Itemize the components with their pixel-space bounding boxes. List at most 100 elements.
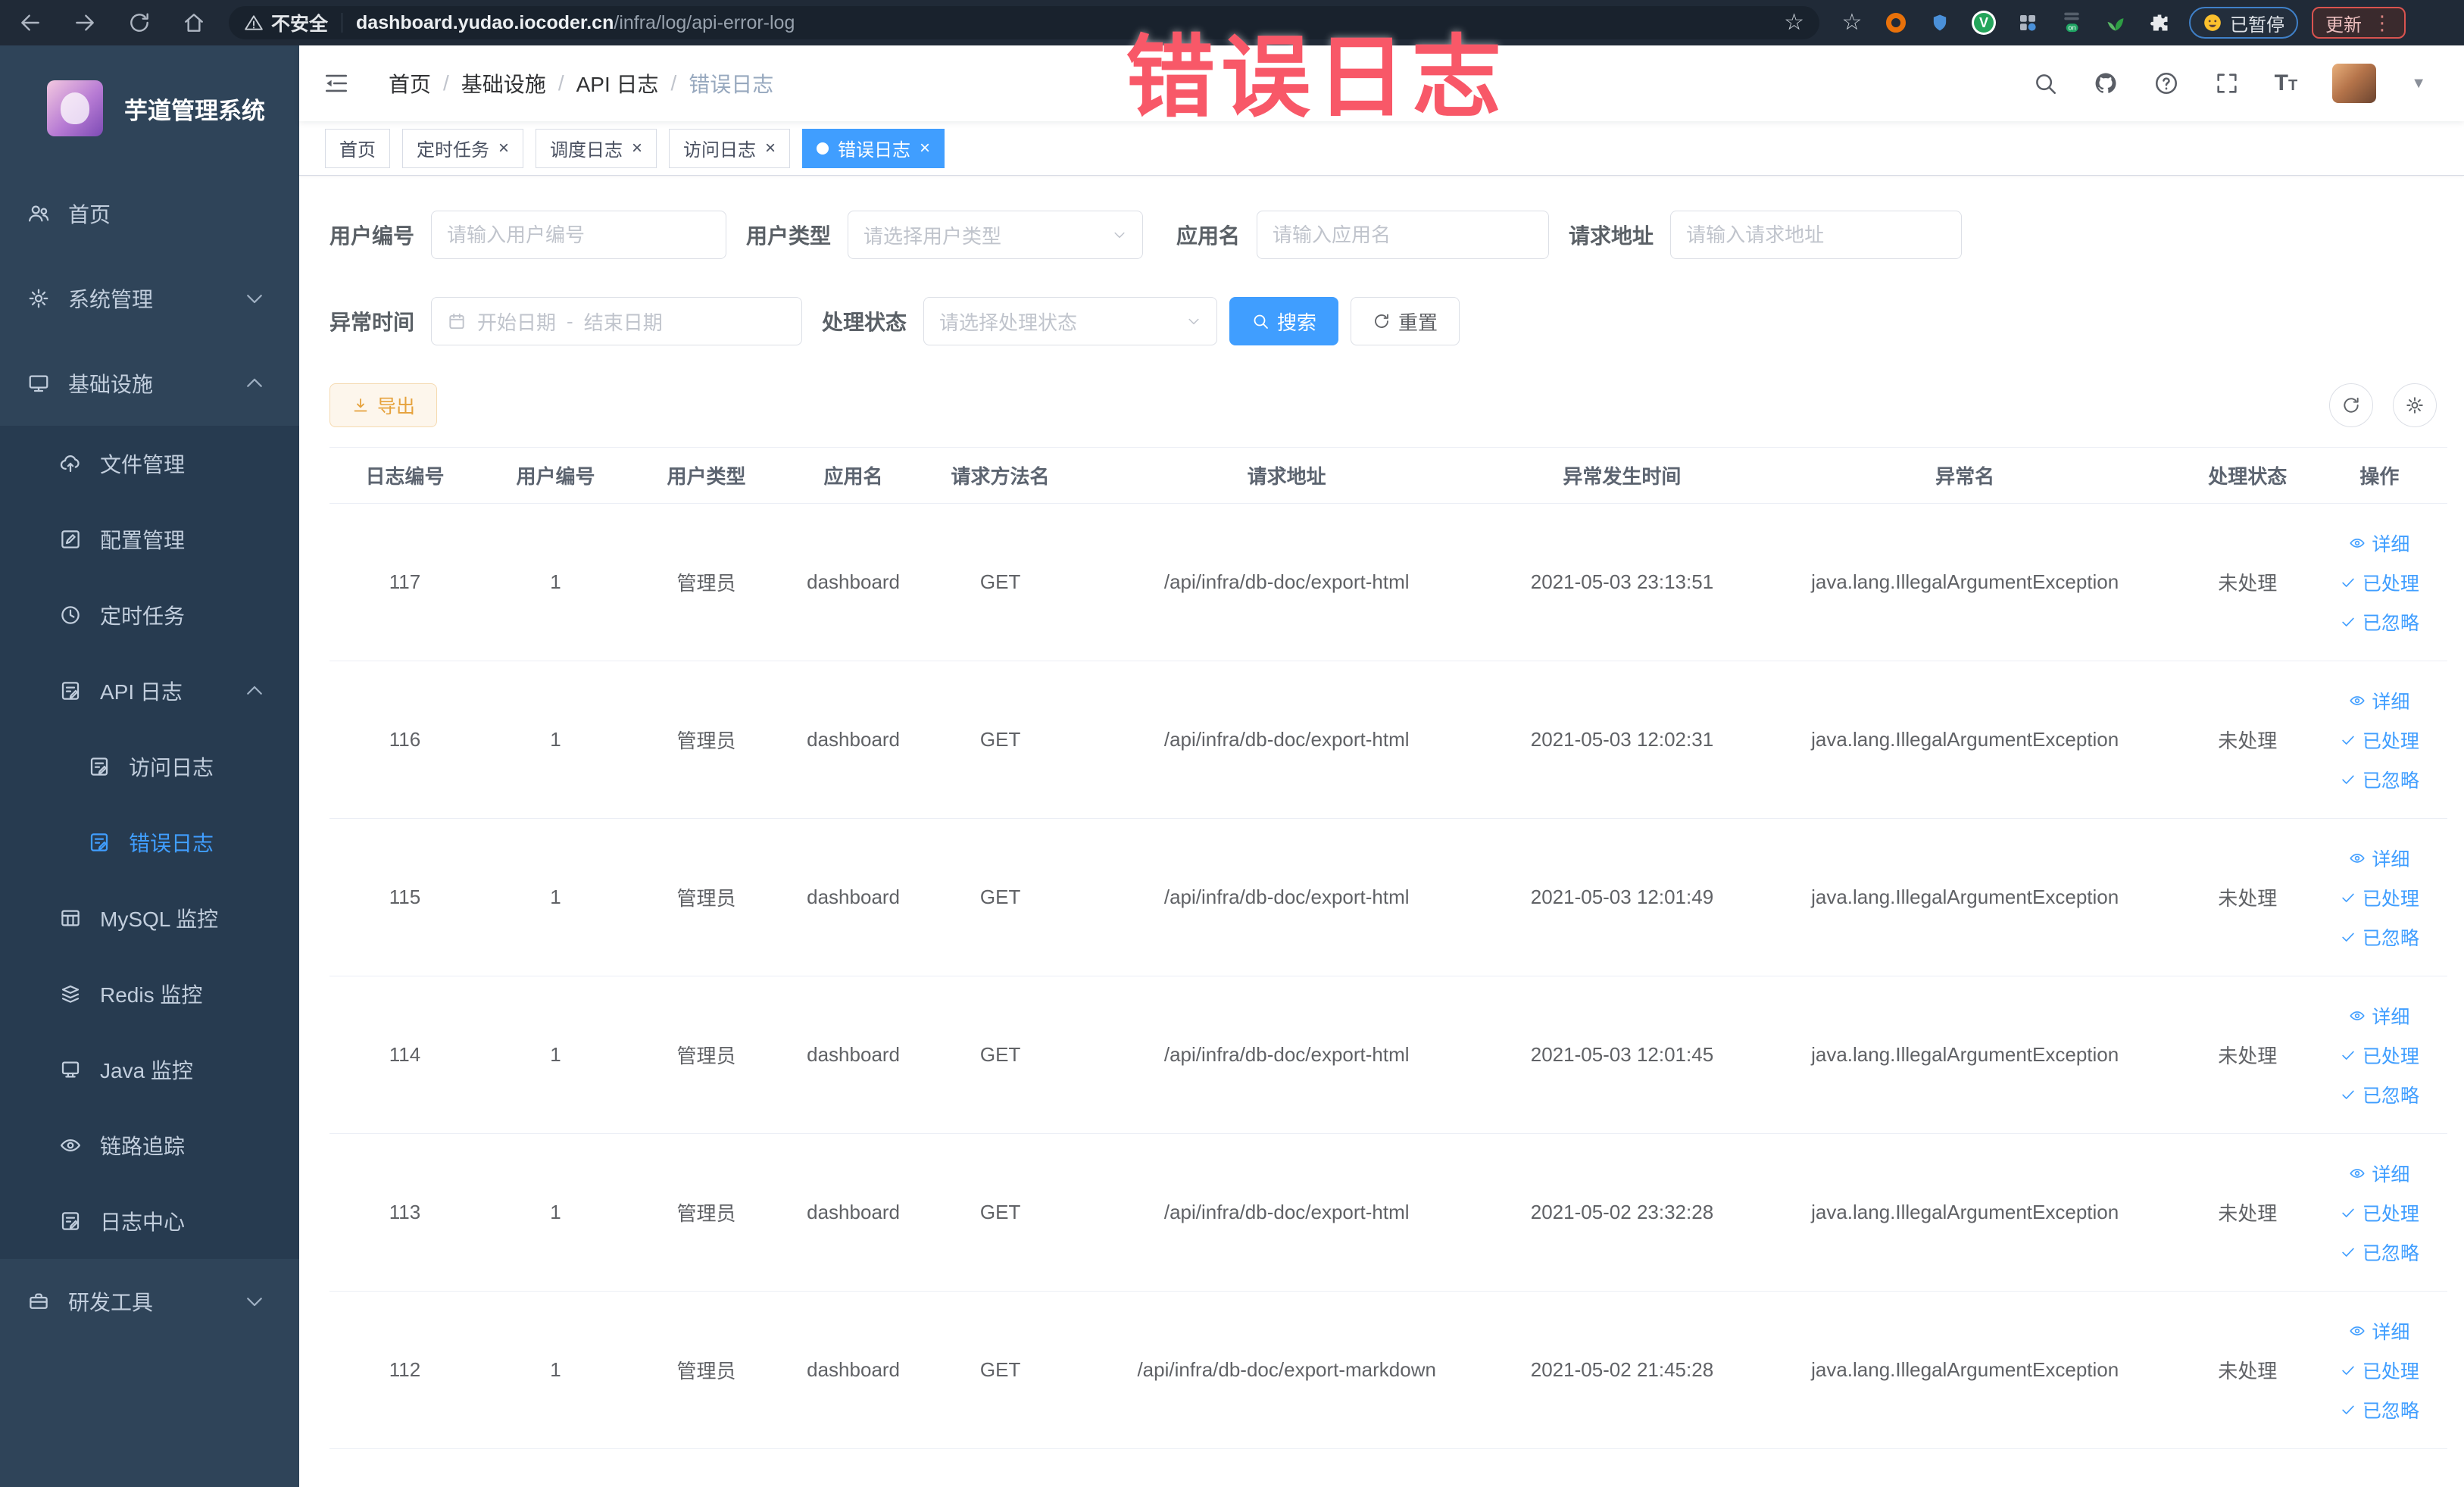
app-name-input[interactable] [1257,211,1550,259]
action-已处理[interactable]: 已处理 [2340,1357,2419,1384]
column-settings-button[interactable] [2393,383,2437,427]
sidebar-item-系统管理[interactable]: 系统管理 [0,256,299,341]
sidebar-item-label: Redis 监控 [100,983,203,1007]
user-id-field[interactable] [447,223,711,247]
sidebar-item-Redis 监控[interactable]: Redis 监控 [0,956,299,1032]
export-button[interactable]: 导出 [329,383,438,427]
action-已忽略[interactable]: 已忽略 [2340,608,2419,636]
navbar: 首页 / 基础设施 / API 日志 / 错误日志 TT ▼ [299,45,2464,121]
warning-icon [244,13,264,33]
tab-调度日志[interactable]: 调度日志 × [536,128,657,168]
avatar[interactable] [2332,64,2377,103]
puzzle-extension-icon[interactable] [2147,10,2172,36]
tab-访问日志[interactable]: 访问日志 × [669,128,791,168]
action-已处理[interactable]: 已处理 [2340,884,2419,911]
close-icon[interactable]: × [632,139,642,158]
bookmark-star-icon[interactable]: ☆ [1784,11,1804,34]
sidebar-item-访问日志[interactable]: 访问日志 [0,729,299,804]
eye-icon [2349,1165,2366,1182]
action-已处理[interactable]: 已处理 [2340,1042,2419,1069]
action-详细[interactable]: 详细 [2349,1002,2409,1029]
sidebar-item-基础设施[interactable]: 基础设施 [0,341,299,426]
grid-extension-icon[interactable] [2015,10,2041,36]
sidebar-item-Java 监控[interactable]: Java 监控 [0,1032,299,1107]
github-icon[interactable] [2093,70,2119,96]
sidebar-item-链路追踪[interactable]: 链路追踪 [0,1107,299,1183]
breadcrumb-item[interactable]: 基础设施 [461,68,546,98]
sidebar-item-首页[interactable]: 首页 [0,171,299,256]
sidebar-item-MySQL 监控[interactable]: MySQL 监控 [0,880,299,956]
sidebar-item-API 日志[interactable]: API 日志 [0,653,299,729]
hamburger-icon[interactable] [323,70,349,96]
bookmark-star-icon[interactable]: ☆ [1839,10,1865,36]
user-type-select[interactable]: 请选择用户类型 [848,211,1144,259]
cell-status: 未处理 [2218,1360,2278,1382]
action-详细[interactable]: 详细 [2349,845,2409,872]
tab-错误日志[interactable]: 错误日志 × [802,128,945,168]
forward-icon[interactable] [73,11,97,35]
cell-time: 2021-05-03 12:01:49 [1530,886,1714,908]
fullscreen-icon[interactable] [2214,70,2240,96]
breadcrumb-item[interactable]: API 日志 [576,68,659,98]
breadcrumb-item[interactable]: 首页 [389,68,431,98]
address-bar[interactable]: 不安全 dashboard.yudao.iocoder.cn /infra/lo… [229,6,1819,39]
action-详细[interactable]: 详细 [2349,530,2409,557]
update-button[interactable]: 更新 ⋮ [2312,7,2406,39]
date-range-picker[interactable]: 开始日期 - 结束日期 [431,297,803,345]
font-size-icon[interactable]: TT [2275,70,2298,96]
action-已忽略[interactable]: 已忽略 [2340,766,2419,793]
search-icon[interactable] [2032,70,2058,96]
action-已忽略[interactable]: 已忽略 [2340,1239,2419,1266]
sidebar-item-错误日志[interactable]: 错误日志 [0,804,299,880]
cell-url: /api/infra/db-doc/export-html [1163,886,1410,908]
reload-icon[interactable] [127,11,151,35]
action-详细[interactable]: 详细 [2349,1317,2409,1345]
sidebar-item-定时任务[interactable]: 定时任务 [0,577,299,653]
request-url-input[interactable] [1670,211,1963,259]
action-已处理[interactable]: 已处理 [2340,726,2419,754]
orange-extension-icon[interactable] [1883,10,1909,36]
action-已忽略[interactable]: 已忽略 [2340,1396,2419,1423]
shield-extension-icon[interactable] [1927,10,1953,36]
close-icon[interactable]: × [765,139,776,158]
app-name-field[interactable] [1273,223,1534,247]
action-已处理[interactable]: 已处理 [2340,569,2419,596]
close-icon[interactable]: × [498,139,509,158]
process-status-select[interactable]: 请选择处理状态 [923,297,1218,345]
paused-badge[interactable]: 已暂停 [2189,7,2298,39]
back-icon[interactable] [18,11,42,35]
column-header: 操作 [2359,465,2400,488]
leaf-extension-icon[interactable] [2103,10,2128,36]
sidebar-item-研发工具[interactable]: 研发工具 [0,1259,299,1344]
sidebar-item-配置管理[interactable]: 配置管理 [0,501,299,577]
cell-user_id: 1 [550,1358,561,1381]
user-id-input[interactable] [431,211,727,259]
tab-定时任务[interactable]: 定时任务 × [402,128,524,168]
clock-icon [59,604,82,626]
sidebar-item-文件管理[interactable]: 文件管理 [0,426,299,501]
tab-首页[interactable]: 首页 [325,128,390,168]
on-badge-extension-icon[interactable]: on [2059,10,2085,36]
home-icon[interactable] [182,11,206,35]
sidebar-item-日志中心[interactable]: 日志中心 [0,1183,299,1259]
reset-button[interactable]: 重置 [1351,297,1460,345]
browser-nav [18,11,206,35]
search-button[interactable]: 搜索 [1229,297,1339,345]
process-status-label: 处理状态 [822,311,907,334]
action-详细[interactable]: 详细 [2349,687,2409,714]
close-icon[interactable]: × [920,139,930,158]
action-已忽略[interactable]: 已忽略 [2340,1081,2419,1108]
action-详细[interactable]: 详细 [2349,1160,2409,1187]
request-url-field[interactable] [1686,223,1947,247]
green-v-extension-icon[interactable]: V [1971,10,1997,36]
caret-down-icon[interactable]: ▼ [2411,75,2426,92]
action-已忽略[interactable]: 已忽略 [2340,923,2419,951]
app-logo[interactable]: 芋道管理系统 [0,45,299,171]
action-已处理[interactable]: 已处理 [2340,1199,2419,1226]
refresh-table-button[interactable] [2329,383,2373,427]
kebab-menu-icon[interactable]: ⋮ [2372,11,2392,35]
cell-exception: java.lang.IllegalArgumentException [1811,728,2119,751]
update-label: 更新 [2325,14,2362,36]
eye-icon [2349,1323,2366,1339]
help-icon[interactable] [2153,70,2179,96]
